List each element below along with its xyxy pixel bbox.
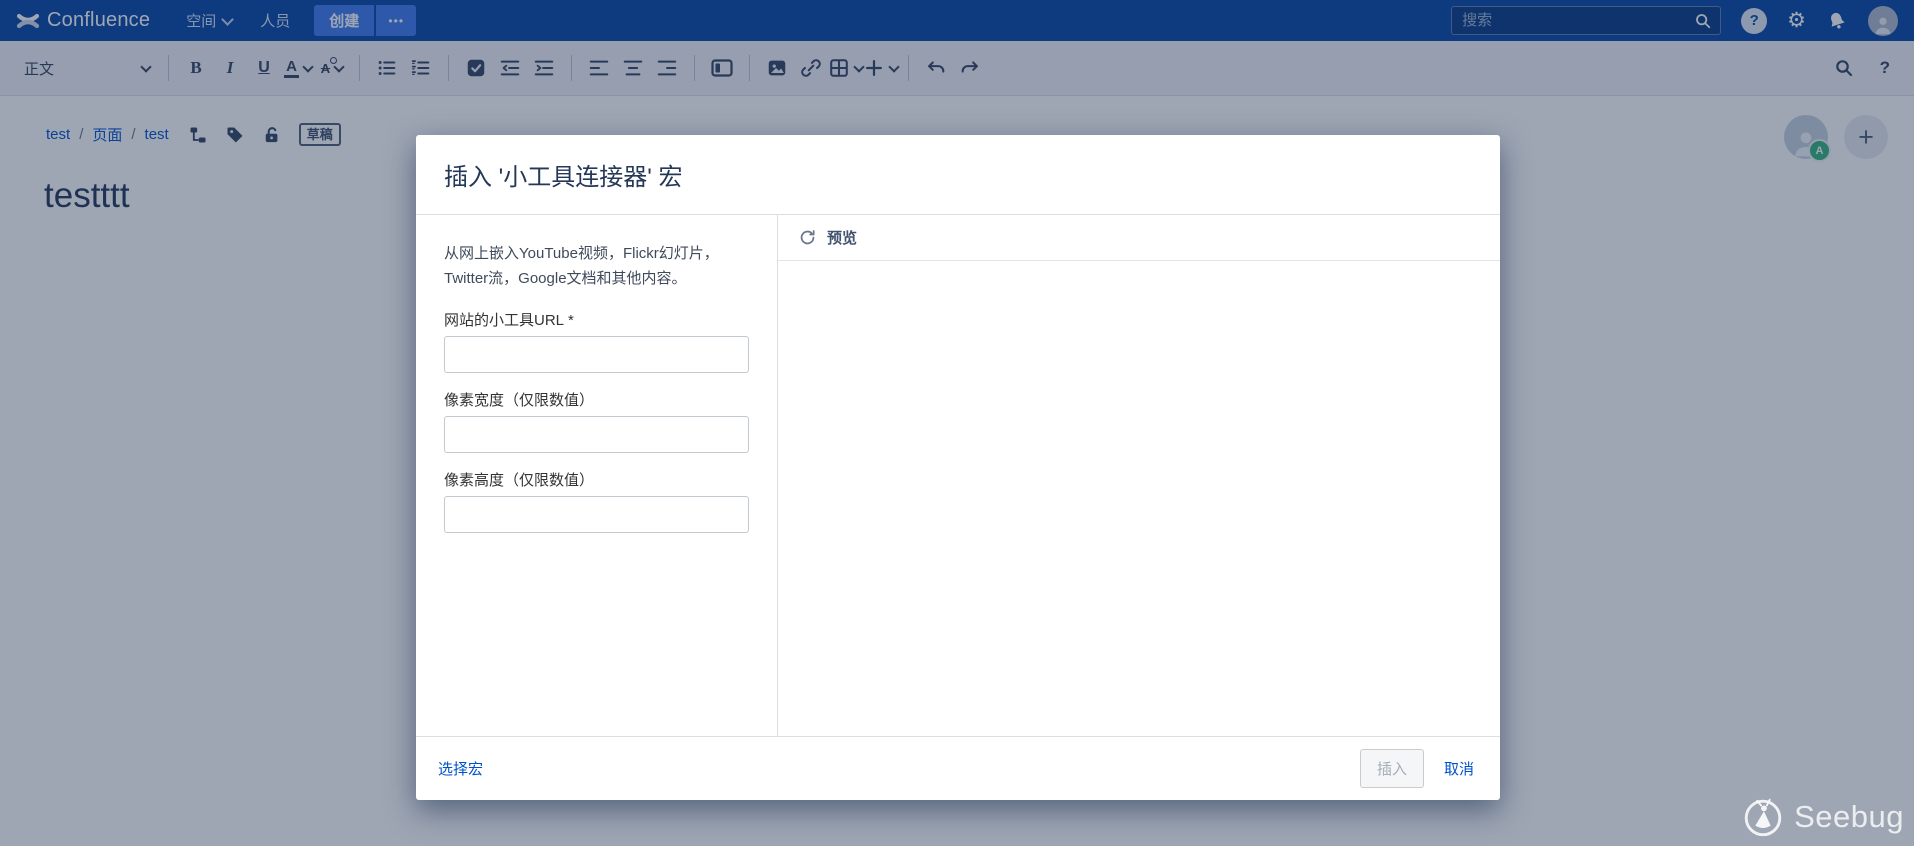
pixel-width-input[interactable] [444,416,749,453]
width-field-label: 像素宽度（仅限数值） [444,392,595,409]
widget-url-input[interactable] [444,336,749,373]
refresh-icon[interactable] [798,228,817,247]
url-field-label: 网站的小工具URL * [444,312,574,329]
dialog-header: 插入 '小工具连接器' 宏 [416,135,1500,215]
preview-label: 预览 [827,230,858,247]
dialog-title: 插入 '小工具连接器' 宏 [444,164,683,191]
insert-button[interactable]: 插入 [1359,749,1424,788]
dialog-footer: 选择宏 插入 取消 [416,736,1500,800]
macro-parameters-panel: 从网上嵌入YouTube视频，Flickr幻灯片，Twitter流，Google… [416,215,778,736]
required-asterisk: * [568,312,574,329]
seebug-logo-icon [1740,794,1786,840]
pixel-height-input[interactable] [444,496,749,533]
preview-area [778,261,1500,736]
seebug-watermark: Seebug [1740,794,1904,840]
cancel-link[interactable]: 取消 [1444,758,1474,779]
seebug-wordmark: Seebug [1794,799,1904,834]
height-field-label: 像素高度（仅限数值） [444,472,595,489]
select-macro-link[interactable]: 选择宏 [438,758,483,779]
insert-macro-dialog: 插入 '小工具连接器' 宏 从网上嵌入YouTube视频，Flickr幻灯片，T… [416,135,1500,800]
macro-preview-panel: 预览 [778,215,1500,736]
macro-description: 从网上嵌入YouTube视频，Flickr幻灯片，Twitter流，Google… [444,245,719,287]
